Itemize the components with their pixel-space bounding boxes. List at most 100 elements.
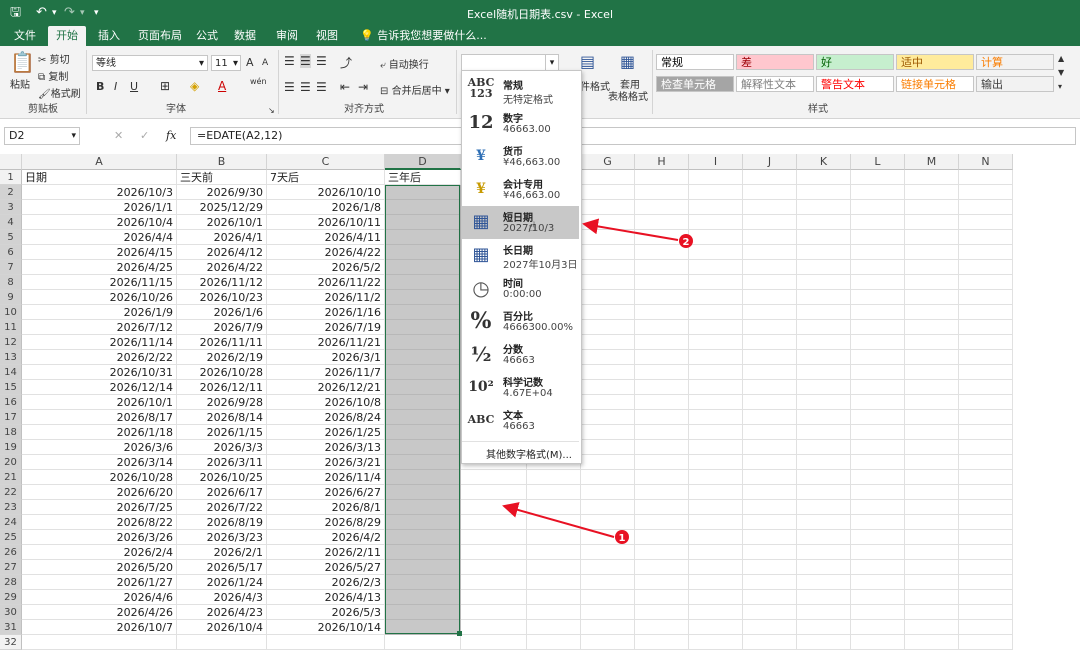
empty-cell[interactable] bbox=[581, 425, 635, 440]
empty-cell[interactable] bbox=[851, 320, 905, 335]
row-header[interactable]: 22 bbox=[0, 485, 22, 500]
empty-cell[interactable] bbox=[461, 485, 527, 500]
empty-cell[interactable] bbox=[959, 260, 1013, 275]
empty-cell[interactable] bbox=[905, 590, 959, 605]
empty-cell[interactable] bbox=[743, 620, 797, 635]
empty-cell[interactable] bbox=[959, 380, 1013, 395]
empty-cell[interactable] bbox=[959, 275, 1013, 290]
date-cell[interactable]: 2026/4/13 bbox=[267, 590, 385, 605]
empty-cell[interactable] bbox=[689, 305, 743, 320]
empty-cell[interactable] bbox=[527, 575, 581, 590]
empty-cell[interactable] bbox=[527, 635, 581, 650]
empty-cell[interactable] bbox=[959, 575, 1013, 590]
date-cell[interactable]: 2026/2/1 bbox=[177, 545, 267, 560]
row-header[interactable]: 26 bbox=[0, 545, 22, 560]
date-cell[interactable]: 2026/3/6 bbox=[22, 440, 177, 455]
column-header-A[interactable]: A bbox=[22, 154, 177, 170]
row-header[interactable]: 31 bbox=[0, 620, 22, 635]
date-cell[interactable]: 2026/5/17 bbox=[177, 560, 267, 575]
header-cell[interactable] bbox=[959, 170, 1013, 185]
empty-cell[interactable] bbox=[959, 560, 1013, 575]
empty-cell[interactable] bbox=[689, 500, 743, 515]
conditional-format-icon[interactable]: ▤ bbox=[580, 52, 595, 71]
date-cell[interactable]: 2026/7/25 bbox=[22, 500, 177, 515]
empty-cell[interactable] bbox=[959, 185, 1013, 200]
date-cell[interactable]: 2026/4/11 bbox=[267, 230, 385, 245]
header-cell[interactable] bbox=[743, 170, 797, 185]
empty-cell[interactable] bbox=[959, 590, 1013, 605]
empty-cell[interactable] bbox=[905, 635, 959, 650]
empty-cell[interactable] bbox=[689, 275, 743, 290]
row-header[interactable]: 30 bbox=[0, 605, 22, 620]
empty-cell[interactable] bbox=[461, 605, 527, 620]
empty-cell[interactable] bbox=[635, 320, 689, 335]
empty-cell[interactable] bbox=[581, 605, 635, 620]
empty-cell[interactable] bbox=[905, 410, 959, 425]
date-cell[interactable]: 2026/4/3 bbox=[177, 590, 267, 605]
empty-cell[interactable] bbox=[851, 200, 905, 215]
row-header[interactable]: 5 bbox=[0, 230, 22, 245]
column-header-G[interactable]: G bbox=[581, 154, 635, 170]
tab-review[interactable]: 审阅 bbox=[268, 26, 306, 46]
date-cell[interactable]: 2026/3/21 bbox=[267, 455, 385, 470]
cell-style-9[interactable]: 输出 bbox=[976, 76, 1054, 92]
empty-cell[interactable] bbox=[689, 215, 743, 230]
merge-center-button[interactable]: ⊟ 合并后居中 ▾ bbox=[380, 82, 450, 97]
empty-cell[interactable] bbox=[635, 230, 689, 245]
date-cell[interactable]: 2026/4/26 bbox=[22, 605, 177, 620]
date-cell[interactable]: 2026/1/8 bbox=[267, 200, 385, 215]
empty-cell[interactable] bbox=[689, 590, 743, 605]
empty-cell[interactable] bbox=[581, 575, 635, 590]
empty-cell[interactable] bbox=[851, 380, 905, 395]
empty-cell[interactable] bbox=[581, 410, 635, 425]
empty-cell[interactable] bbox=[851, 590, 905, 605]
date-cell[interactable]: 2026/10/1 bbox=[22, 395, 177, 410]
empty-cell[interactable] bbox=[851, 530, 905, 545]
date-cell[interactable]: 2026/10/7 bbox=[22, 620, 177, 635]
empty-cell[interactable] bbox=[581, 200, 635, 215]
empty-cell[interactable] bbox=[689, 245, 743, 260]
empty-cell[interactable] bbox=[797, 380, 851, 395]
empty-cell[interactable] bbox=[959, 425, 1013, 440]
underline-button[interactable]: U bbox=[130, 80, 138, 93]
cell-style-8[interactable]: 链接单元格 bbox=[896, 76, 974, 92]
number-format-option[interactable]: ▦ 长日期 2027年10月3日 bbox=[462, 239, 579, 272]
formula-input[interactable]: =EDATE(A2,12) bbox=[190, 127, 1076, 145]
empty-cell[interactable] bbox=[461, 575, 527, 590]
empty-cell[interactable] bbox=[689, 290, 743, 305]
empty-cell[interactable] bbox=[743, 485, 797, 500]
empty-cell[interactable] bbox=[905, 545, 959, 560]
empty-cell[interactable] bbox=[797, 350, 851, 365]
header-cell[interactable]: 三天前 bbox=[177, 170, 267, 185]
tab-home[interactable]: 开始 bbox=[48, 26, 86, 46]
empty-cell[interactable] bbox=[527, 485, 581, 500]
empty-cell[interactable] bbox=[851, 515, 905, 530]
paste-button[interactable]: 粘贴 bbox=[10, 76, 30, 91]
empty-cell[interactable] bbox=[797, 215, 851, 230]
empty-cell[interactable] bbox=[959, 320, 1013, 335]
empty-cell[interactable] bbox=[905, 290, 959, 305]
number-format-option[interactable]: % 百分比 4666300.00% bbox=[462, 305, 579, 338]
empty-cell[interactable] bbox=[797, 500, 851, 515]
empty-cell[interactable] bbox=[581, 365, 635, 380]
column-header-K[interactable]: K bbox=[797, 154, 851, 170]
date-cell[interactable]: 2026/6/27 bbox=[267, 485, 385, 500]
header-cell[interactable] bbox=[689, 170, 743, 185]
empty-cell[interactable] bbox=[905, 350, 959, 365]
empty-cell[interactable] bbox=[581, 440, 635, 455]
empty-cell[interactable] bbox=[851, 485, 905, 500]
empty-cell[interactable] bbox=[635, 605, 689, 620]
empty-cell[interactable] bbox=[635, 590, 689, 605]
empty-cell[interactable] bbox=[797, 410, 851, 425]
empty-cell[interactable] bbox=[905, 530, 959, 545]
empty-cell[interactable] bbox=[689, 515, 743, 530]
date-cell[interactable]: 2026/10/8 bbox=[267, 395, 385, 410]
empty-cell[interactable] bbox=[689, 350, 743, 365]
align-middle-icon[interactable]: ☰ bbox=[300, 54, 311, 68]
empty-cell[interactable] bbox=[797, 530, 851, 545]
date-cell[interactable]: 2026/10/25 bbox=[177, 470, 267, 485]
empty-cell[interactable] bbox=[905, 395, 959, 410]
empty-cell[interactable] bbox=[905, 365, 959, 380]
empty-cell[interactable] bbox=[851, 230, 905, 245]
empty-cell[interactable] bbox=[797, 620, 851, 635]
